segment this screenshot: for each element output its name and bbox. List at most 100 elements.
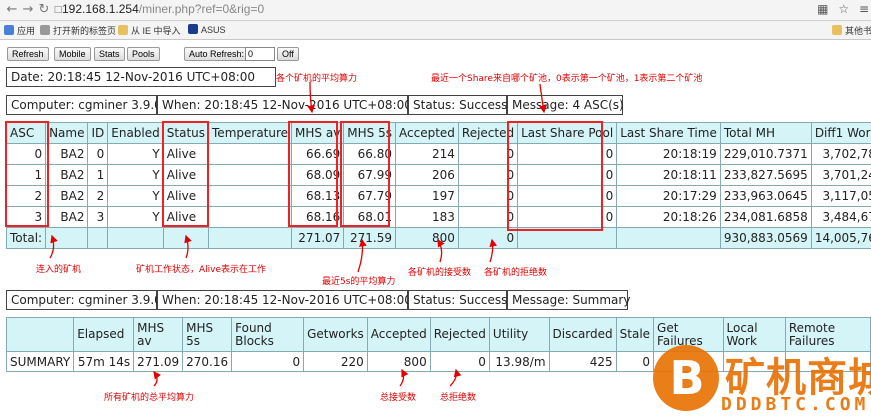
column-header[interactable]: Enabled <box>107 122 164 144</box>
table-cell: 0 <box>517 143 618 165</box>
table-cell: 214 <box>395 143 459 165</box>
table-cell: 220 <box>303 351 368 372</box>
column-header[interactable]: Found Blocks <box>231 317 305 352</box>
column-header[interactable]: Accepted <box>395 122 459 144</box>
auto-refresh-input[interactable]: 0 <box>245 47 275 61</box>
watermark-latin: DDDBTC.COM <box>721 394 870 415</box>
table-cell: 183 <box>395 206 459 228</box>
table-cell: Y <box>107 164 164 186</box>
bookmark-label: 其他书 <box>845 26 871 36</box>
column-header[interactable]: MHS av <box>291 122 345 144</box>
refresh-button[interactable]: Refresh <box>7 47 49 61</box>
table-cell: 68.13 <box>291 185 345 207</box>
column-header[interactable]: Last Share Time <box>616 122 721 144</box>
total-cell: 271.07 <box>291 227 345 249</box>
table-cell: 0 <box>5 143 47 165</box>
watermark-logo-symbol: B <box>669 351 705 405</box>
table-cell: 66.69 <box>291 143 345 165</box>
bookmark-label: 从 IE 中导入 <box>131 26 181 36</box>
menu-icon[interactable]: ≡ <box>859 2 869 16</box>
table-cell: 0 <box>457 164 519 186</box>
table-cell: 13.98/m <box>488 351 550 372</box>
column-header[interactable]: Accepted <box>366 317 431 352</box>
total-cell <box>45 227 89 249</box>
total-cell: 0 <box>457 227 519 249</box>
column-header[interactable]: ID <box>87 122 109 144</box>
table-cell: 1 <box>5 164 47 186</box>
column-header[interactable]: Total MH <box>719 122 812 144</box>
bookmark-other[interactable]: 其他书 <box>832 24 871 37</box>
total-cell <box>162 227 210 249</box>
auto-refresh-button[interactable]: Auto Refresh: <box>184 47 250 61</box>
column-header[interactable]: Rejected <box>429 317 490 352</box>
column-header[interactable]: ASC <box>5 122 47 144</box>
pools-button[interactable]: Pools <box>127 47 160 61</box>
table-cell: 800 <box>366 351 431 372</box>
column-header[interactable]: MHS av <box>133 317 184 352</box>
bookmark-ie-import[interactable]: 从 IE 中导入 <box>118 24 181 37</box>
table-cell: 0 <box>517 206 618 228</box>
column-header[interactable]: Diff1 Work <box>810 122 871 144</box>
table-cell: 3 <box>87 206 109 228</box>
column-header[interactable]: Elapsed <box>73 317 135 352</box>
note-total-accepted: 总接受数 <box>380 393 417 403</box>
table-cell: 425 <box>548 351 617 372</box>
table-cell: 270.16 <box>182 351 233 372</box>
toolbar-icons: ▦ ☆ ≡ <box>817 2 869 16</box>
date-line: Date: 20:18:45 12-Nov-2016 UTC+08:00 <box>6 67 276 87</box>
table-cell: 0 <box>231 351 305 372</box>
column-header[interactable]: Rejected <box>457 122 519 144</box>
devs-computer: Computer: cgminer 3.9.0 <box>6 95 162 115</box>
column-header[interactable]: Stale <box>615 317 655 352</box>
browser-toolbar: ← → ↻ □ 192.168.1.254/miner.php?ref=0&ri… <box>0 0 871 21</box>
table-row: 3 BA2 3 Y Alive 68.16 68.01 183 0 0 20:18:26 234,08… <box>5 206 871 228</box>
table-cell <box>208 185 293 207</box>
table-cell: SUMMARY <box>5 351 75 372</box>
asus-icon <box>188 24 198 34</box>
total-cell <box>208 227 293 249</box>
address-bar[interactable]: 192.168.1.254/miner.php?ref=0&rig=0 <box>62 2 264 16</box>
devs-status: Status: Success <box>408 95 507 115</box>
translate-icon[interactable]: ▦ <box>817 2 828 16</box>
total-cell <box>616 227 721 249</box>
stats-button[interactable]: Stats <box>94 47 125 61</box>
table-cell: 234,081.6858 <box>719 206 812 228</box>
bookmark-label: ASUS <box>201 25 226 35</box>
table-cell: BA2 <box>45 185 89 207</box>
apps-icon <box>4 25 14 35</box>
table-cell: 67.79 <box>343 185 396 207</box>
mobile-button[interactable]: Mobile <box>54 47 91 61</box>
column-header[interactable]: Name <box>45 122 89 144</box>
bookmark-apps[interactable]: 应用 <box>4 24 35 37</box>
table-cell: 206 <box>395 164 459 186</box>
total-cell <box>87 227 109 249</box>
bookmark-asus[interactable]: ASUS <box>188 24 226 35</box>
total-cell: Total: <box>5 227 47 249</box>
column-header[interactable]: Getworks <box>303 317 368 352</box>
column-header[interactable]: Last Share Pool <box>517 122 618 144</box>
table-cell: 229,010.7371 <box>719 143 812 165</box>
column-header[interactable]: MHS 5s <box>182 317 233 352</box>
table-cell: 2 <box>5 185 47 207</box>
table-cell: 68.01 <box>343 206 396 228</box>
table-cell: 0 <box>457 206 519 228</box>
back-icon[interactable]: ← <box>4 2 20 18</box>
column-header[interactable]: Discarded <box>548 317 617 352</box>
table-cell: 3,701,248 <box>810 164 871 186</box>
column-header[interactable]: Status <box>162 122 210 144</box>
column-header[interactable] <box>5 317 75 352</box>
column-header[interactable]: MHS 5s <box>343 122 396 144</box>
table-cell: 68.09 <box>291 164 345 186</box>
table-cell: 233,963.0645 <box>719 185 812 207</box>
bookmark-new-tab[interactable]: 打开新的标签页 <box>40 24 116 37</box>
total-cell: 930,883.0569 <box>719 227 812 249</box>
table-cell: 20:17:29 <box>616 185 721 207</box>
star-icon[interactable]: ☆ <box>838 2 849 16</box>
note-last-pool: 最近一个Share来自哪个矿池，0表示第一个矿池，1表示第二个矿池 <box>431 74 703 84</box>
off-button[interactable]: Off <box>277 47 299 61</box>
table-cell: 0 <box>517 185 618 207</box>
column-header[interactable]: Temperature <box>208 122 293 144</box>
table-cell: 233,827.5695 <box>719 164 812 186</box>
column-header[interactable]: Utility <box>488 317 550 352</box>
forward-icon[interactable]: → <box>20 2 36 18</box>
